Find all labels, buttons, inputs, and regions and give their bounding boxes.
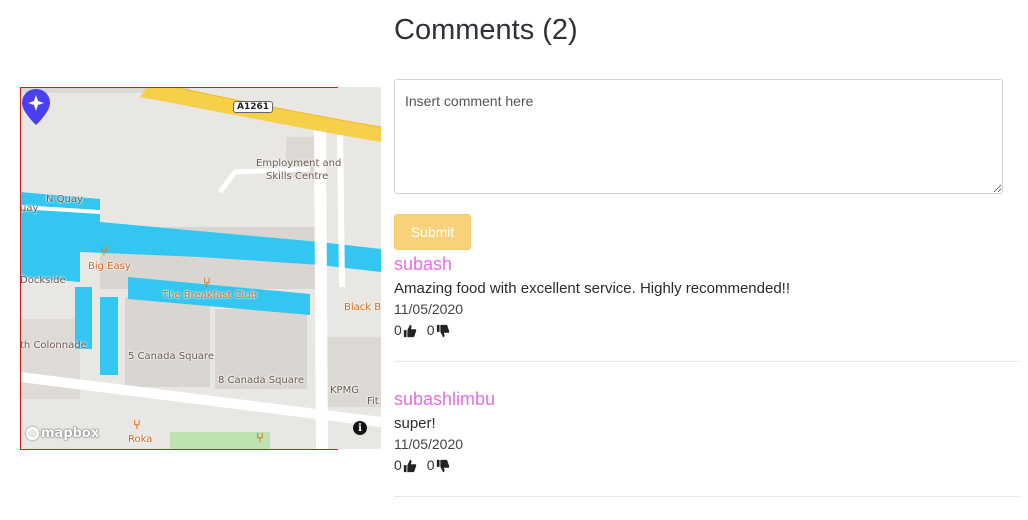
map-label-kpmg: KPMG: [330, 385, 359, 396]
thumbs-down-icon: [436, 459, 449, 472]
dislike-button[interactable]: 0: [427, 322, 450, 339]
location-pin-icon[interactable]: [20, 87, 52, 127]
map-label-big-easy: Big Easy: [88, 261, 131, 272]
comment-votes: 0 0: [394, 457, 1021, 474]
comment-input[interactable]: [394, 79, 1003, 194]
map-label-8-canada-square: 8 Canada Square: [218, 375, 304, 386]
map-label-n-quay: N Quay: [46, 194, 83, 205]
map-label-black-b: Black B: [344, 302, 381, 313]
comment-text: Amazing food with excellent service. Hig…: [394, 280, 791, 297]
like-count: 0: [394, 457, 402, 473]
map-label-roka: Roka: [128, 434, 153, 445]
dislike-button[interactable]: 0: [427, 457, 450, 474]
comment-item: subashlimbu super! 11/05/2020 0 0: [394, 388, 1021, 474]
road-shield-a1261: A1261: [233, 101, 274, 113]
mapbox-logo[interactable]: mapbox: [26, 426, 99, 441]
map-label-skills-centre: Skills Centre: [266, 171, 329, 182]
restaurant-icon: ⑂: [100, 243, 108, 258]
like-count: 0: [394, 322, 402, 338]
map-label-dockside: Dockside: [20, 275, 66, 286]
comment-votes: 0 0: [394, 322, 1021, 339]
thumbs-up-icon: [403, 324, 417, 337]
restaurant-icon: ⑂: [133, 417, 141, 432]
submit-button[interactable]: Submit: [394, 214, 471, 250]
restaurant-icon: ⑂: [203, 275, 211, 290]
comment-divider: [394, 361, 1021, 362]
comments-heading: Comments (2): [394, 14, 578, 46]
map-label-quay: uay: [20, 203, 39, 214]
comment-date: 11/05/2020: [394, 301, 464, 317]
map-label-employment: Employment and: [256, 158, 342, 169]
map-label-fit: Fit: [367, 396, 379, 407]
info-icon[interactable]: i: [353, 421, 367, 435]
map-label-breakfast-club: The Breakfast Club: [162, 290, 258, 301]
dislike-count: 0: [426, 457, 435, 473]
like-button[interactable]: 0: [394, 322, 417, 339]
restaurant-icon: ⑂: [256, 430, 264, 445]
comment-author[interactable]: subashlimbu: [394, 388, 1021, 410]
map-view[interactable]: A1261 Employment and Skills Centre N Qua…: [20, 87, 381, 449]
comment-text: super!: [394, 415, 436, 432]
mapbox-logo-icon: [26, 427, 39, 440]
map-label-5-canada-square: 5 Canada Square: [128, 351, 214, 362]
like-button[interactable]: 0: [394, 457, 417, 474]
thumbs-down-icon: [436, 324, 449, 337]
thumbs-up-icon: [403, 459, 417, 472]
comment-divider: [394, 496, 1021, 497]
map-tiles: [20, 87, 381, 449]
dislike-count: 0: [426, 322, 435, 338]
comment-author[interactable]: subash: [394, 253, 1021, 275]
comment-item: subash Amazing food with excellent servi…: [394, 253, 1021, 339]
map-label-colonnade: th Colonnade: [20, 340, 87, 351]
comment-date: 11/05/2020: [394, 436, 464, 452]
